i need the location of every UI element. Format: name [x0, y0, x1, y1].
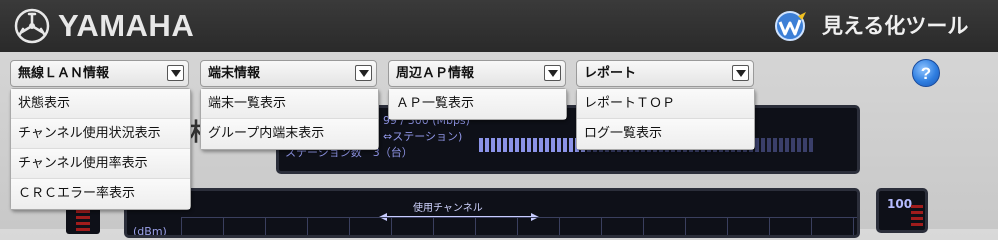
meter-segment: [809, 138, 813, 152]
meter-segment: [491, 138, 495, 152]
chevron-down-icon[interactable]: [732, 65, 749, 81]
menu-item-channel-utilization[interactable]: チャンネル使用率表示: [11, 149, 190, 179]
meter-segment: [551, 138, 555, 152]
brand-name: YAMAHA: [58, 8, 195, 43]
menu-label: レポート: [584, 66, 637, 81]
menu-item-log-list[interactable]: ログ一覧表示: [577, 119, 754, 149]
menu-item-crc-error-rate[interactable]: ＣＲＣエラー率表示: [11, 179, 190, 209]
help-button[interactable]: ?: [912, 59, 940, 87]
meter-segment: [569, 138, 573, 152]
menu-item-status[interactable]: 状態表示: [11, 89, 190, 119]
menu-label: 周辺ＡＰ情報: [396, 66, 475, 81]
meter-segment: [563, 138, 567, 152]
meter-segment: [803, 138, 807, 152]
dropdown-terminal-info: 端末一覧表示 グループ内端末表示: [200, 88, 379, 150]
app-title: 見える化ツール: [822, 14, 969, 38]
menu-item-terminal-list[interactable]: 端末一覧表示: [201, 89, 378, 119]
menu-label: 端末情報: [208, 66, 261, 81]
dropdown-nearby-ap-info: ＡＰ一覧表示: [388, 88, 567, 120]
channel-graph-panel: 使用チャンネル (dBm): [124, 188, 860, 238]
meter-segment: [479, 138, 483, 152]
meter-segment: [797, 138, 801, 152]
meter-segment: [527, 138, 531, 152]
meter-segment: [503, 138, 507, 152]
graph-ylabel: (dBm): [133, 225, 167, 238]
menu-item-report-top[interactable]: レポートＴＯＰ: [577, 89, 754, 119]
app-header: YAMAHA 見える化ツール: [0, 0, 998, 52]
meter-segment: [515, 138, 519, 152]
right-level-gauge: 100: [876, 188, 928, 233]
meter-segment: [533, 138, 537, 152]
chevron-down-icon[interactable]: [167, 65, 184, 81]
meter-segment: [761, 138, 765, 152]
meter-segment: [539, 138, 543, 152]
link-text: ⇔ステーション): [383, 130, 463, 143]
visualize-tool-icon: [775, 11, 806, 41]
meter-segment: [773, 138, 777, 152]
menu-item-group-terminals[interactable]: グループ内端末表示: [201, 119, 378, 149]
meter-segment: [785, 138, 789, 152]
channel-label: 使用チャンネル: [413, 203, 483, 214]
meter-segment: [545, 138, 549, 152]
meter-segment: [557, 138, 561, 152]
menu-item-channel-usage[interactable]: チャンネル使用状況表示: [11, 119, 190, 149]
yamaha-tuning-fork-icon: [14, 8, 50, 44]
menu-label: 無線ＬＡＮ情報: [18, 66, 110, 81]
menu-nearby-ap-info[interactable]: 周辺ＡＰ情報: [388, 60, 566, 87]
dropdown-wireless-lan-info: 状態表示 チャンネル使用状況表示 チャンネル使用率表示 ＣＲＣエラー率表示: [10, 88, 191, 210]
meter-segment: [497, 138, 501, 152]
dropdown-report: レポートＴＯＰ ログ一覧表示: [576, 88, 755, 150]
menu-terminal-info[interactable]: 端末情報: [200, 60, 377, 87]
meter-segment: [509, 138, 513, 152]
menu-wireless-lan-info[interactable]: 無線ＬＡＮ情報: [10, 60, 189, 87]
meter-segment: [755, 138, 759, 152]
meter-segment: [485, 138, 489, 152]
meter-segment: [779, 138, 783, 152]
menu-item-ap-list[interactable]: ＡＰ一覧表示: [389, 89, 566, 119]
gauge-max-label: 100: [887, 197, 913, 211]
meter-segment: [521, 138, 525, 152]
meter-segment: [791, 138, 795, 152]
menu-report[interactable]: レポート: [576, 60, 754, 87]
chevron-down-icon[interactable]: [355, 65, 372, 81]
graph-grid: [181, 217, 857, 235]
chevron-down-icon[interactable]: [544, 65, 561, 81]
meter-segment: [767, 138, 771, 152]
